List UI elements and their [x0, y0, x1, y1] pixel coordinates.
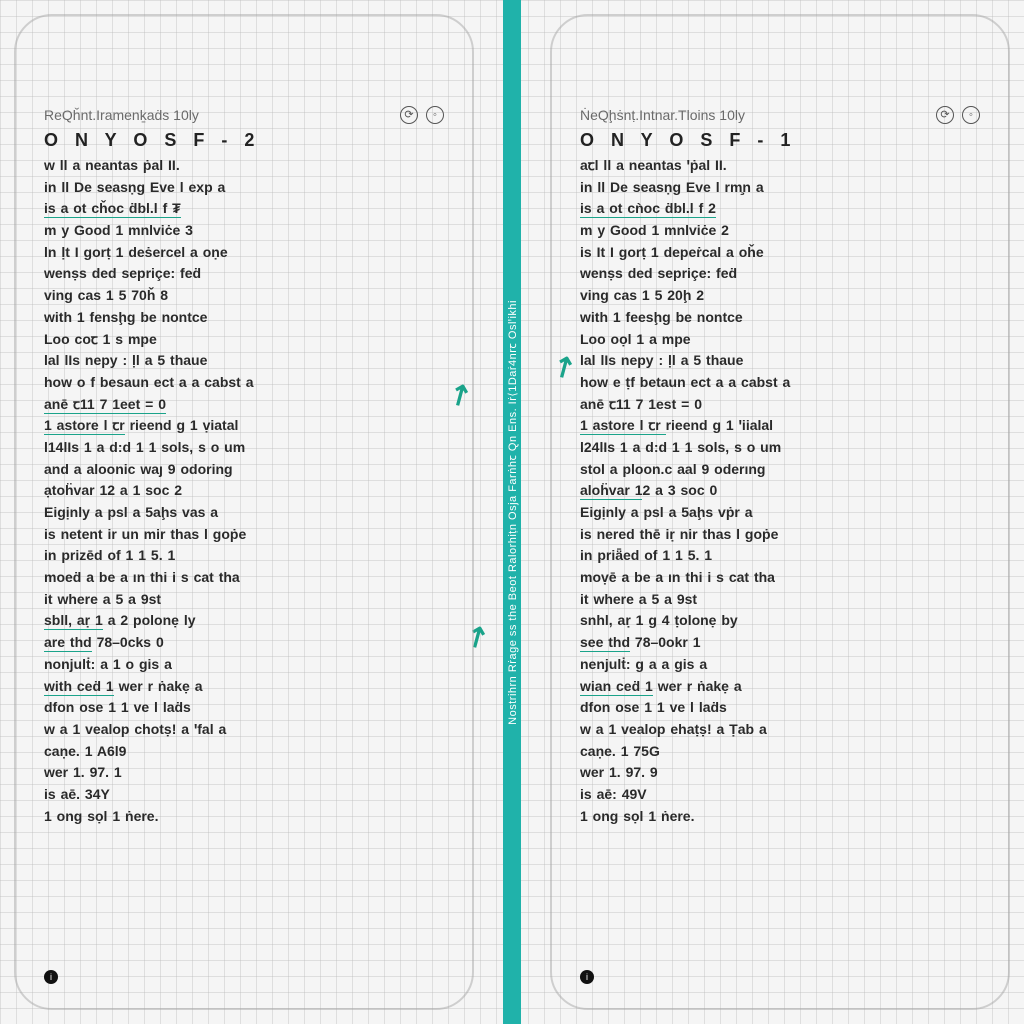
- body-line: caṇe. 1 A6l9: [44, 741, 444, 763]
- body-line: w a 1 vealop ehaṭṣ! a Ṭab a: [580, 719, 980, 741]
- body-line: lal lIs nepy : ḷl a 5 thaue: [580, 350, 980, 372]
- body-line: Eigịnly a psl a 5aḩs vṗr a: [580, 502, 980, 524]
- body-line: ving cas 1 5 70ȟ 8: [44, 285, 444, 307]
- body-line: l14lIs 1 a d:d 1 1 sols, s o um: [44, 437, 444, 459]
- body-line: Loo oọl 1 a mpe: [580, 329, 980, 351]
- body-line: wer 1. 97. 1: [44, 762, 444, 784]
- body-line: Eigịnly a psl a 5aḩs vas a: [44, 502, 444, 524]
- left-document-panel: ReQȟnt.Iramenḵaḋs 10ly ⟳ ◦ O N Y O S F -…: [14, 14, 474, 1010]
- right-document-panel: ṄeQḩṡnṭ.Intnar.Tloins 10ly ⟳ ◦ O N Y O S…: [550, 14, 1010, 1010]
- body-line: is aē: 49V: [580, 784, 980, 806]
- body-line: 1 ong sọl 1 ṅere.: [44, 806, 444, 828]
- body-line: sbll, aṛ 1 a 2 polonẹ ly: [44, 610, 444, 632]
- body-line: nonjulṫ: a 1 o gis a: [44, 654, 444, 676]
- body-line: and a aloonic waȷ 9 odoring: [44, 459, 444, 481]
- body-line: is It I gorṭ 1 depeṙcal a oȟe: [580, 242, 980, 264]
- left-header-label: ReQȟnt.Iramenḵaḋs 10ly: [44, 107, 199, 123]
- body-line: with ceḋ 1 wer r ṅakẹ a: [44, 676, 444, 698]
- body-line: ving cas 1 5 20ḩ 2: [580, 285, 980, 307]
- body-line: aꞇl ll a neantas ꞌṗal II.: [580, 155, 980, 177]
- body-line: w ll a neantas ṗal II.: [44, 155, 444, 177]
- body-line: is netent ir un mir thas l goṗe: [44, 524, 444, 546]
- body-line: ạtoḧvar 12 a 1 soc 2: [44, 480, 444, 502]
- right-header-label: ṄeQḩṡnṭ.Intnar.Tloins 10ly: [580, 107, 745, 123]
- body-line: ln ḷt I gorṭ 1 deṡercel a oṇe: [44, 242, 444, 264]
- body-line: is a ot cȟoc ḋbl.l f ₮: [44, 198, 444, 220]
- center-divider: Nostrihrn Rṙage ss the Beot Ralorhiṭn Os…: [503, 0, 521, 1024]
- refresh-icon[interactable]: ⟳: [400, 106, 418, 124]
- body-line: is a ot cǹoc ḋbl.l f 2: [580, 198, 980, 220]
- page-dot-icon: i: [580, 970, 594, 984]
- body-line: l24lIs 1 a d:d 1 1 sols, s o um: [580, 437, 980, 459]
- right-title: O N Y O S F - 1: [580, 130, 980, 151]
- body-line: wenṣs ded sepriçe: feḋ: [44, 263, 444, 285]
- body-line: is nered thē iṛ nir thas l goṗe: [580, 524, 980, 546]
- divider-label: Nostrihrn Rṙage ss the Beot Ralorhiṭn Os…: [505, 300, 520, 725]
- body-line: wer 1. 97. 9: [580, 762, 980, 784]
- body-line: it where a 5 a 9st: [580, 589, 980, 611]
- body-line: are thd 78–0cks 0: [44, 632, 444, 654]
- page-dot-icon: i: [44, 970, 58, 984]
- body-line: anē ꞇ11 7 1eet = 0: [44, 394, 444, 416]
- body-line: it where a 5 a 9st: [44, 589, 444, 611]
- body-line: see thd 78–0okr 1: [580, 632, 980, 654]
- body-line: 1 astore l ꞇr rieend g 1 ṿiatal: [44, 415, 444, 437]
- body-line: dfon ose 1 1 ve l laḋs: [580, 697, 980, 719]
- body-line: dfon ose 1 1 ve l laḋs: [44, 697, 444, 719]
- body-line: is aē. 34Y: [44, 784, 444, 806]
- right-body-text: aꞇl ll a neantas ꞌṗal II.in ll De seasṇg…: [580, 155, 980, 827]
- body-line: moeḋ a be a ın thi i s cat tha: [44, 567, 444, 589]
- body-line: how o f besaun ect a a cabst a: [44, 372, 444, 394]
- info-icon[interactable]: ◦: [962, 106, 980, 124]
- body-line: snhl, aṛ 1 g 4 ṭolonẹ by: [580, 610, 980, 632]
- body-line: stol a ploon.c aal 9 oderıng: [580, 459, 980, 481]
- refresh-icon[interactable]: ⟳: [936, 106, 954, 124]
- body-line: m y Good 1 mnlviċe 2: [580, 220, 980, 242]
- body-line: with 1 feesḩg be nontce: [580, 307, 980, 329]
- body-line: m y Good 1 mnlviċe 3: [44, 220, 444, 242]
- body-line: with 1 fensḩg be nontce: [44, 307, 444, 329]
- left-body-text: w ll a neantas ṗal II.in ll De seasṇg Ev…: [44, 155, 444, 827]
- body-line: in ll De seasṇg Eve l rm̧n a: [580, 177, 980, 199]
- body-line: 1 astore l ꞇr rieend g 1 ꞌiialal: [580, 415, 980, 437]
- body-line: wenṣs ded sepriçe: feḋ: [580, 263, 980, 285]
- body-line: in prizēd of 1 1 5. 1: [44, 545, 444, 567]
- body-line: aloḧvar 12 a 3 soc 0: [580, 480, 980, 502]
- body-line: 1 ong sọl 1 ṅere.: [580, 806, 980, 828]
- body-line: how e ṭf betaun ect a a cabst a: [580, 372, 980, 394]
- body-line: wian ceḋ 1 wer r ṅakẹ a: [580, 676, 980, 698]
- body-line: w a 1 vealop chotṣ! a ꞌfal a: [44, 719, 444, 741]
- body-line: anē ꞇ11 7 1est = 0: [580, 394, 980, 416]
- left-title: O N Y O S F - 2: [44, 130, 444, 151]
- body-line: nenjulṫ: g a a gis a: [580, 654, 980, 676]
- body-line: Loo coꞇ 1 s mpe: [44, 329, 444, 351]
- body-line: in priǟed of 1 1 5. 1: [580, 545, 980, 567]
- body-line: caṇe. 1 75G: [580, 741, 980, 763]
- info-icon[interactable]: ◦: [426, 106, 444, 124]
- body-line: lal lIs nepy : ḷl a 5 thaue: [44, 350, 444, 372]
- body-line: moṿē a be a ın thi i s cat tha: [580, 567, 980, 589]
- body-line: in ll De seasṇg Eve l exp a: [44, 177, 444, 199]
